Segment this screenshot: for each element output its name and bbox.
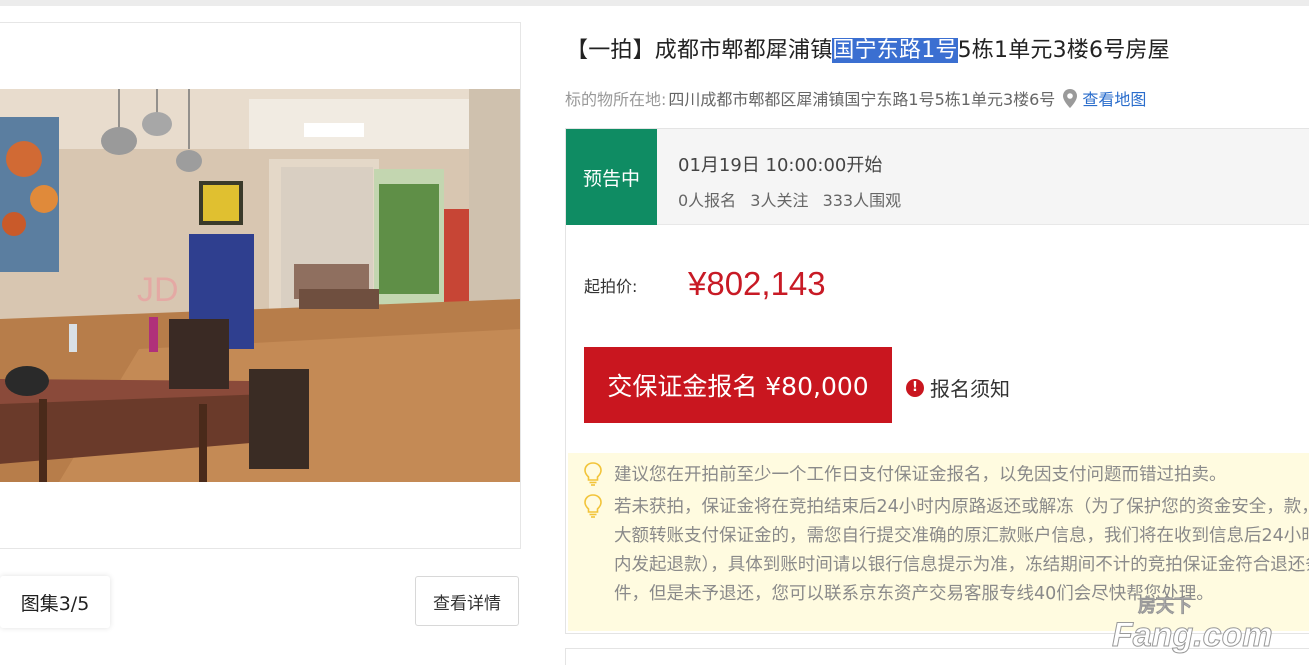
- watermark-brand-main: Fang.com: [1112, 616, 1273, 654]
- location-row: 标的物所在地: 四川成都市郫都区犀浦镇国宁东路1号5栋1单元3楼6号 查看地图: [565, 86, 1146, 110]
- fang-watermark-logo: 房天下 Fang.com: [1112, 595, 1274, 655]
- exclamation-circle-icon: !: [906, 378, 924, 397]
- registration-notice-label[interactable]: 报名须知: [930, 373, 1010, 402]
- registration-notice-link[interactable]: ! 报名须知: [906, 373, 1010, 402]
- view-map-link[interactable]: 查看地图: [1082, 86, 1146, 110]
- album-counter-button[interactable]: 图集3/5: [0, 576, 110, 628]
- registered-count: 0人报名: [678, 191, 737, 210]
- location-label: 标的物所在地:: [565, 90, 667, 109]
- map-pin-icon: [1063, 88, 1078, 108]
- property-photo[interactable]: JD: [0, 89, 520, 482]
- viewer-count: 333人围观: [822, 191, 902, 210]
- photo-watermark: JD: [137, 271, 179, 309]
- starting-price-value: ¥802,143: [688, 265, 826, 302]
- lot-title: 【一拍】成都市郫都犀浦镇国宁东路1号5栋1单元3楼6号房屋: [566, 32, 1170, 64]
- room-photo-illustration: JD: [0, 89, 520, 482]
- title-highlight: 国宁东路1号: [832, 38, 958, 63]
- watermark-brand-top: 房天下: [1138, 595, 1192, 617]
- follower-count: 3人关注: [750, 191, 809, 210]
- image-gallery: JD: [0, 22, 521, 549]
- title-suffix: 5栋1单元3楼6号房屋: [957, 38, 1170, 63]
- title-prefix: 【一拍】成都市郫都犀浦镇: [566, 38, 833, 63]
- status-badge: 预告中: [566, 129, 657, 225]
- lightbulb-icon: [584, 494, 602, 518]
- lightbulb-icon: [584, 462, 602, 486]
- auction-panel: 预告中 01月19日 10:00:00开始 0人报名 3人关注 333人围观 起…: [565, 128, 1309, 634]
- pay-deposit-register-button[interactable]: 交保证金报名 ¥80,000: [584, 347, 892, 423]
- starting-price-label: 起拍价:: [584, 277, 638, 296]
- tip-item: 建议您在开拍前至少一个工作日支付保证金报名，以免因支付问题而错过拍卖。: [582, 461, 1227, 490]
- start-time: 01月19日 10:00:00开始: [678, 155, 883, 176]
- location-value: 四川成都市郫都区犀浦镇国宁东路1号5栋1单元3楼6号: [668, 90, 1056, 109]
- top-divider: [0, 0, 1309, 6]
- view-details-button[interactable]: 查看详情: [415, 576, 519, 626]
- tip-text: 建议您在开拍前至少一个工作日支付保证金报名，以免因支付问题而错过拍卖。: [614, 465, 1227, 485]
- auction-stats: 0人报名 3人关注 333人围观: [678, 187, 910, 211]
- status-row: 预告中 01月19日 10:00:00开始 0人报名 3人关注 333人围观: [566, 129, 1309, 225]
